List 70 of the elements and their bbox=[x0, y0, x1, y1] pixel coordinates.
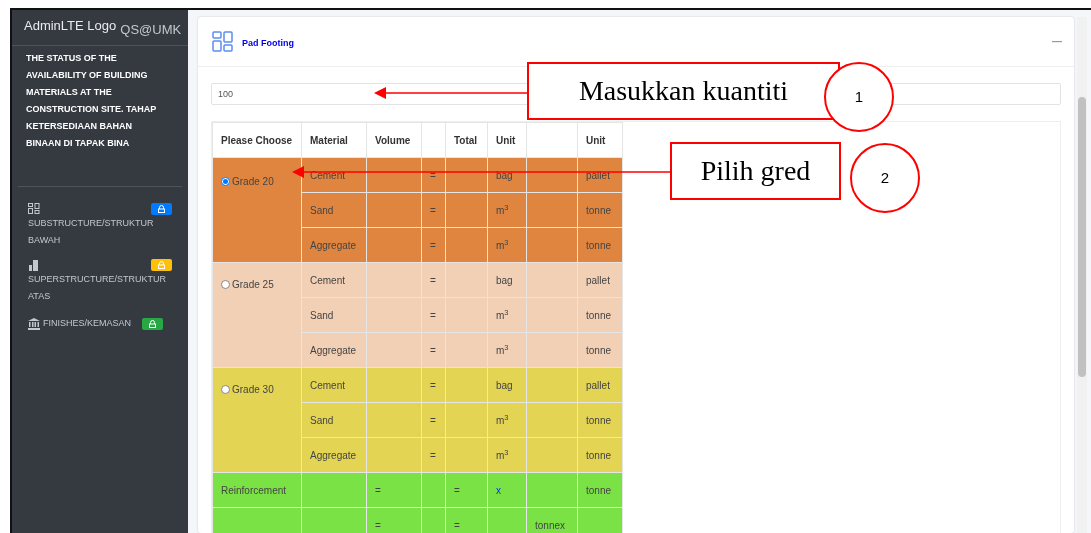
table-cell: = bbox=[430, 205, 436, 216]
table-cell: tonne bbox=[586, 345, 612, 356]
table-cell: bag bbox=[496, 380, 513, 391]
minus-icon[interactable] bbox=[1052, 40, 1062, 43]
table-cell: m$^{3}$ bbox=[496, 240, 509, 251]
column-header: Unit bbox=[496, 134, 516, 146]
table-cell: tonnex bbox=[535, 520, 566, 531]
table-cell: Aggregate bbox=[310, 450, 357, 461]
table-cell: Sand bbox=[310, 415, 334, 426]
app-description: THE STATUS OF THE AVAILABILITY OF BUILDING MATERIALS AT THE CONSTRUCTION SITE. TAHAP KETERSEDIAAN BAHAN BINAAN DI TAPAK BINA bbox=[25, 52, 158, 150]
table-cell: = bbox=[375, 520, 381, 531]
card-title: Pad Footing bbox=[242, 36, 294, 50]
table-cell: pallet bbox=[586, 380, 610, 391]
column-header: Unit bbox=[586, 134, 606, 146]
table-cell: m$^{3}$ bbox=[496, 450, 509, 461]
building-icon bbox=[28, 259, 40, 271]
nav-label: SUBSTRUCTURE/STRUKTUR BAWAH bbox=[28, 217, 155, 247]
table-cell: bag bbox=[496, 275, 513, 286]
nav-label: FINISHES/KEMASAN bbox=[43, 317, 132, 330]
table-cell: Sand bbox=[310, 310, 334, 321]
table-cell: = bbox=[454, 520, 460, 531]
table-cell: pallet bbox=[586, 170, 610, 181]
grid-icon bbox=[28, 203, 40, 215]
table-cell: = bbox=[375, 485, 381, 496]
table-cell: m$^{3}$ bbox=[496, 345, 509, 356]
table-cell: tonne bbox=[586, 485, 612, 496]
table-cell: = bbox=[430, 345, 436, 356]
nav-item[interactable]: SUBSTRUCTURE/STRUKTUR BAWAH bbox=[28, 203, 172, 249]
column-header: Please Choose bbox=[221, 134, 293, 146]
table-cell: tonne bbox=[586, 240, 612, 251]
grade-radio[interactable]: Grade 20 bbox=[221, 174, 274, 189]
table-cell: = bbox=[430, 310, 436, 321]
table-cell: tonne bbox=[586, 205, 612, 216]
table-cell: tonne bbox=[586, 415, 612, 426]
callout-label: Pilih gred bbox=[670, 142, 841, 200]
table-cell: = bbox=[430, 240, 436, 251]
table-cell: Aggregate bbox=[310, 240, 357, 251]
column-header: Material bbox=[310, 134, 348, 146]
table-cell: bag bbox=[496, 170, 513, 181]
grade-radio[interactable]: Grade 25 bbox=[221, 277, 274, 292]
nav-item[interactable]: FINISHES/KEMASAN bbox=[28, 315, 172, 332]
nav-item[interactable]: SUPERSTRUCTURE/STRUKTUR ATAS bbox=[28, 259, 172, 305]
table-cell: = bbox=[454, 485, 460, 496]
table-cell: m$^{3}$ bbox=[496, 310, 509, 321]
bank-icon bbox=[28, 317, 40, 330]
table-cell: Cement bbox=[310, 170, 345, 181]
brand-text[interactable]: QS@UMK bbox=[120, 19, 182, 40]
table-cell: tonne bbox=[586, 450, 612, 461]
table-cell: Sand bbox=[310, 205, 334, 216]
layout-icon bbox=[212, 30, 234, 53]
table-cell: m$^{3}$ bbox=[496, 415, 509, 426]
scrollbar[interactable] bbox=[1077, 17, 1087, 533]
grade-radio[interactable]: Grade 30 bbox=[221, 382, 274, 397]
table-cell: = bbox=[430, 450, 436, 461]
table-cell: = bbox=[430, 415, 436, 426]
table-cell: = bbox=[430, 275, 436, 286]
table-cell: tonne bbox=[586, 310, 612, 321]
link[interactable]: x bbox=[496, 485, 501, 496]
nav-label: SUPERSTRUCTURE/STRUKTUR ATAS bbox=[28, 273, 167, 303]
table-cell: Reinforcement bbox=[221, 485, 287, 496]
table-cell: pallet bbox=[586, 275, 610, 286]
table-cell: m$^{3}$ bbox=[496, 205, 509, 216]
column-header: Total bbox=[454, 134, 478, 146]
logo-image: AdminLTE Logo bbox=[24, 16, 117, 35]
column-header: Volume bbox=[375, 134, 411, 146]
table-cell: Cement bbox=[310, 275, 345, 286]
table-cell: Aggregate bbox=[310, 345, 357, 356]
table-cell: = bbox=[430, 170, 436, 181]
table-cell: Cement bbox=[310, 380, 345, 391]
table-cell: = bbox=[430, 380, 436, 391]
